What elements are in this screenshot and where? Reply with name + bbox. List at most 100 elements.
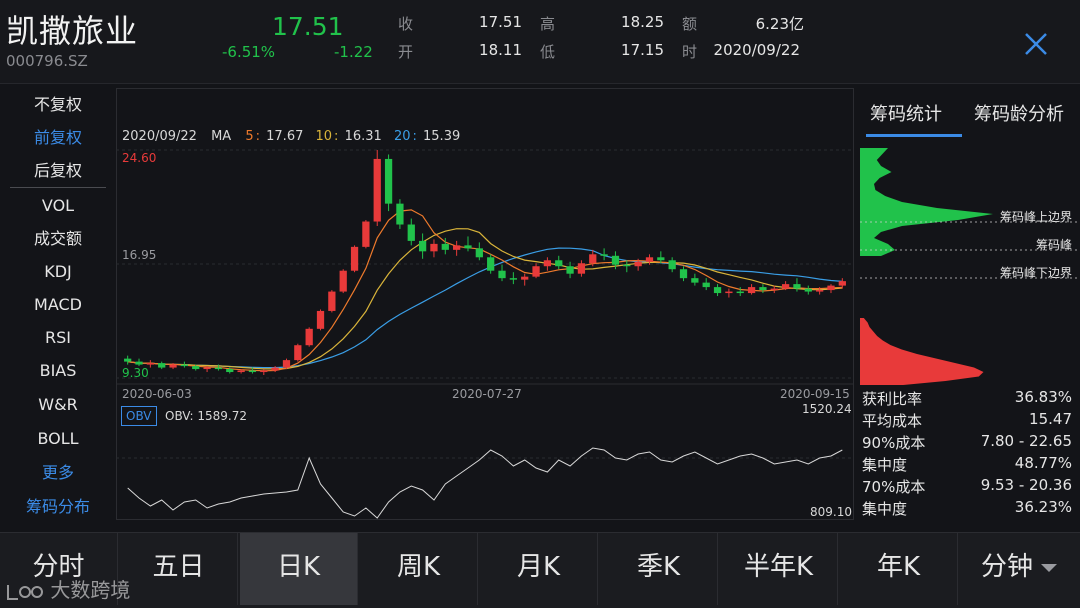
ma20-value: 15.39 (423, 129, 461, 144)
close-button[interactable] (1020, 28, 1052, 60)
candle-body (623, 264, 631, 267)
menu-no-adjust[interactable]: 不复权 (10, 90, 106, 120)
watermark-logo-icon (7, 584, 43, 600)
candle-body (838, 281, 846, 286)
high-label: 高 (540, 15, 556, 33)
candle-body (577, 263, 586, 274)
candle-body (282, 360, 291, 368)
date-label-start: 2020-06-03 (122, 387, 192, 401)
tab-yearly-k[interactable]: 年K (840, 533, 958, 605)
candle-body (453, 245, 461, 250)
candle-body (781, 284, 790, 289)
ma10-key: 10 (315, 129, 333, 144)
candle-body (373, 158, 381, 222)
candle-body (679, 269, 688, 279)
chip-tabs: 筹码统计 筹码龄分析 (856, 88, 1080, 138)
tab-five-day[interactable]: 五日 (120, 533, 238, 605)
stat-key: 平均成本 (862, 412, 923, 430)
menu-bias[interactable]: BIAS (10, 356, 106, 386)
candle-body (124, 358, 132, 362)
candle-body (736, 291, 744, 294)
price-mid-label: 16.95 (122, 248, 157, 262)
chip-profit-area (860, 148, 993, 256)
menu-kdj[interactable]: KDJ (10, 257, 106, 287)
obv-min-label: 809.10 (810, 505, 852, 519)
tab-half-year-k[interactable]: 半年K (720, 533, 838, 605)
menu-turnover[interactable]: 成交额 (10, 224, 106, 254)
candle-body (555, 260, 563, 267)
candle-body (691, 278, 699, 283)
candle-body (430, 243, 438, 252)
stat-value: 9.53 - 20.36 (980, 476, 1072, 494)
menu-macd[interactable]: MACD (10, 290, 106, 320)
candle-body (146, 363, 154, 365)
menu-boll[interactable]: BOLL (10, 424, 106, 454)
stat-key: 集中度 (862, 456, 908, 474)
candle-body (498, 270, 506, 279)
menu-forward-adjust[interactable]: 前复权 (10, 123, 106, 153)
current-price: 17.51 (272, 12, 344, 41)
tab-chip-stats[interactable]: 筹码统计 (870, 100, 942, 126)
menu-chip-distribution[interactable]: 筹码分布 (10, 492, 106, 522)
menu-more[interactable]: 更多 (10, 458, 106, 488)
candle-body (589, 254, 597, 264)
candle-body (396, 203, 404, 225)
price-max-label: 24.60 (122, 151, 157, 165)
candle-body (793, 284, 801, 289)
close-label: 收 (398, 15, 414, 33)
period-tabs: 分时 五日 日K 周K 月K 季K 半年K 年K 分钟 (0, 532, 1080, 608)
tab-daily-k[interactable]: 日K (240, 533, 358, 605)
candle-body (418, 240, 427, 252)
candle-body (158, 363, 166, 368)
watermark-text: 大数跨境 (50, 578, 131, 602)
candle-body (532, 266, 540, 277)
tab-minute[interactable]: 分钟 (960, 533, 1078, 605)
tab-quarterly-k[interactable]: 季K (600, 533, 718, 605)
menu-backward-adjust[interactable]: 后复权 (10, 156, 106, 186)
active-tab-indicator (866, 134, 962, 137)
tab-chip-age[interactable]: 筹码龄分析 (974, 100, 1064, 126)
candle-body (759, 287, 767, 291)
candle-body (543, 260, 552, 267)
low-value: 17.15 (621, 41, 664, 59)
candle-body (827, 285, 835, 291)
chip-loss-area (860, 318, 984, 385)
candle-body (645, 257, 654, 262)
amount-label: 额 (682, 15, 698, 33)
ma-legend: 2020/09/22 MA 5: 17.67 10: 16.31 20: 15.… (122, 129, 461, 144)
ma-date: 2020/09/22 (122, 129, 197, 144)
kline-chart[interactable] (116, 88, 854, 520)
tab-monthly-k[interactable]: 月K (480, 533, 598, 605)
stat-row: 获利比率 36.83% (862, 388, 1072, 410)
candle-body (600, 254, 608, 256)
price-change: -1.22 (334, 43, 373, 61)
ma-label: MA (211, 129, 232, 144)
menu-rsi[interactable]: RSI (10, 323, 106, 353)
candle-body (305, 328, 313, 346)
open-label: 开 (398, 43, 414, 61)
menu-vol[interactable]: VOL (10, 191, 106, 221)
quote-header: 凯撒旅业 000796.SZ 17.51 -6.51% -1.22 收 17.5… (0, 0, 1080, 84)
candle-body (226, 369, 234, 373)
candle-body (804, 288, 812, 292)
obv-indicator-tag[interactable]: OBV (121, 406, 157, 426)
time-label: 时 (682, 43, 698, 61)
tab-minute-label: 分钟 (980, 552, 1033, 582)
candle-body (316, 310, 325, 329)
tab-weekly-k[interactable]: 周K (360, 533, 478, 605)
ma20-line (127, 247, 843, 369)
candle-body (713, 287, 722, 294)
low-label: 低 (540, 43, 556, 61)
high-value: 18.25 (621, 13, 664, 31)
candle-body (487, 257, 495, 271)
ma10-line (127, 228, 843, 370)
candle-body (169, 364, 177, 368)
candle-body (135, 361, 143, 365)
menu-wr[interactable]: W&R (10, 390, 106, 420)
candle-body (702, 282, 710, 288)
obv-max-label: 1520.24 (802, 402, 852, 416)
candle-body (203, 367, 211, 370)
percent-change: -6.51% (222, 43, 276, 61)
stat-key: 70%成本 (862, 478, 926, 496)
candle-body (339, 270, 347, 292)
